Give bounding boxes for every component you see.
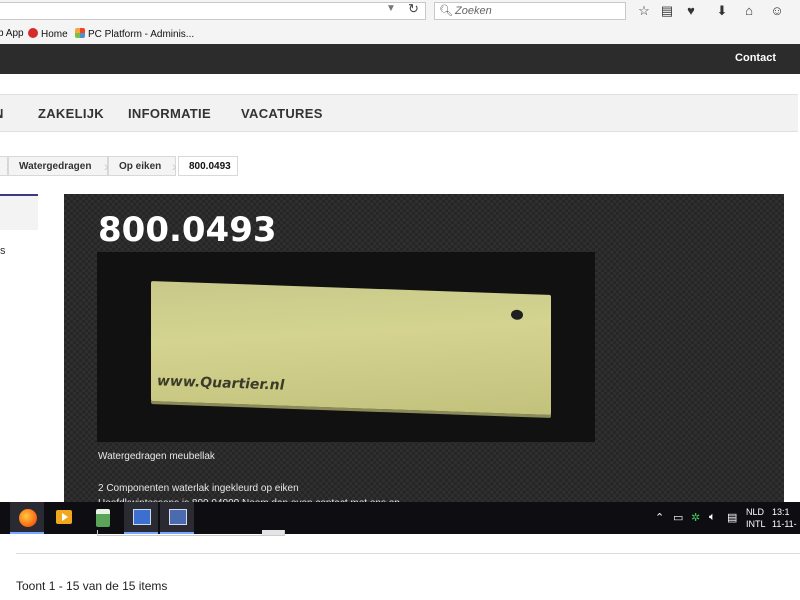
bookmark-pc-platform[interactable]: PC Platform - Adminis...: [75, 28, 194, 40]
breadcrumb-item-watergedragen[interactable]: Watergedragen: [8, 156, 108, 176]
tray-notification-icon[interactable]: ▤: [727, 511, 737, 524]
chevron-right-icon: ›: [172, 158, 177, 174]
left-menu-tab[interactable]: [0, 194, 38, 230]
reading-list-icon[interactable]: ▤: [659, 3, 675, 19]
joomla-icon: [75, 28, 85, 38]
bookmark-home[interactable]: Home: [28, 28, 68, 40]
bookmark-label: b App: [0, 28, 24, 39]
clock-time: 13:1: [772, 507, 790, 517]
tray-volume-icon[interactable]: 🔈︎: [709, 511, 716, 524]
nav-item-vacatures[interactable]: VACATURES: [241, 106, 323, 121]
bookmark-label: Home: [41, 29, 68, 40]
sample-hole: [511, 309, 523, 321]
main-nav: N ZAKELIJK INFORMATIE VACATURES: [0, 94, 798, 132]
url-dropdown-icon[interactable]: ▼: [386, 3, 396, 14]
media-player-icon: [56, 510, 72, 524]
tray-display-icon[interactable]: ▭: [673, 511, 683, 524]
site-header: Contact: [0, 44, 800, 74]
breadcrumb-label: Watergedragen: [19, 161, 92, 172]
product-panel: 800.0493 www.Quartier.nl Watergedragen m…: [64, 194, 784, 514]
keyboard-layout: INTL: [746, 519, 766, 529]
breadcrumb-label: 800.0493: [189, 161, 231, 172]
url-bar[interactable]: [0, 2, 426, 20]
bookmark-star-icon[interactable]: ☆: [636, 3, 652, 19]
bookmark-web-app[interactable]: b App: [0, 28, 24, 39]
product-image[interactable]: www.Quartier.nl: [97, 252, 595, 442]
tray-language[interactable]: NLD INTL: [746, 506, 766, 530]
sample-brand-text: www.Quartier.nl: [157, 373, 285, 394]
bookmark-favicon-icon: [28, 28, 38, 38]
firefox-icon: [19, 509, 37, 527]
tray-sync-icon[interactable]: ✲: [691, 511, 700, 524]
search-icon: 🔍︎: [439, 5, 453, 17]
bookmark-label: PC Platform - Adminis...: [88, 29, 195, 40]
contact-link[interactable]: Contact: [735, 52, 776, 64]
reload-icon[interactable]: ↻: [408, 1, 419, 17]
search-field-edge[interactable]: [97, 530, 285, 536]
product-description-line-1: Watergedragen meubellak: [98, 451, 215, 462]
pocket-icon[interactable]: ♥: [683, 3, 699, 19]
calculator-icon: [96, 509, 110, 527]
wood-sample: www.Quartier.nl: [151, 281, 551, 415]
search-field-button[interactable]: [262, 530, 284, 535]
smiley-icon[interactable]: ☺: [769, 3, 785, 19]
breadcrumb-label: Op eiken: [119, 161, 162, 172]
divider: [16, 553, 800, 554]
breadcrumb-item-current: 800.0493: [178, 156, 238, 176]
browser-toolbar: ▼ ↻ 🔍︎ Zoeken ☆ ▤ ♥ ⬇ ⌂ ☺: [0, 0, 800, 25]
items-count-text: Toont 1 - 15 van de 15 items: [16, 579, 168, 593]
taskbar-firefox[interactable]: [10, 502, 44, 534]
search-bar[interactable]: 🔍︎ Zoeken: [434, 2, 626, 20]
product-title: 800.0493: [98, 210, 277, 250]
tray-chevron-up-icon[interactable]: ⌃: [655, 511, 664, 524]
home-icon[interactable]: ⌂: [741, 3, 757, 19]
download-icon[interactable]: ⬇: [714, 3, 730, 19]
network-app-icon: [133, 509, 151, 525]
nav-item-zakelijk[interactable]: ZAKELIJK: [38, 106, 104, 121]
remote-app-icon: [169, 509, 187, 525]
taskbar-media-player[interactable]: [46, 502, 80, 534]
left-menu-text[interactable]: s: [0, 245, 6, 257]
search-placeholder: Zoeken: [455, 5, 492, 17]
bookmarks-bar: b App Home PC Platform - Adminis...: [0, 24, 800, 45]
language-code: NLD: [746, 507, 765, 517]
nav-item-informatie[interactable]: INFORMATIE: [128, 106, 211, 121]
clock-date: 11-11-: [772, 519, 797, 529]
nav-item-partial[interactable]: N: [0, 106, 4, 121]
product-description-line-2: 2 Componenten waterlak ingekleurd op eik…: [98, 483, 299, 494]
breadcrumb-item-op-eiken[interactable]: Op eiken: [108, 156, 176, 176]
tray-clock[interactable]: 13:1 11-11-: [772, 506, 797, 530]
